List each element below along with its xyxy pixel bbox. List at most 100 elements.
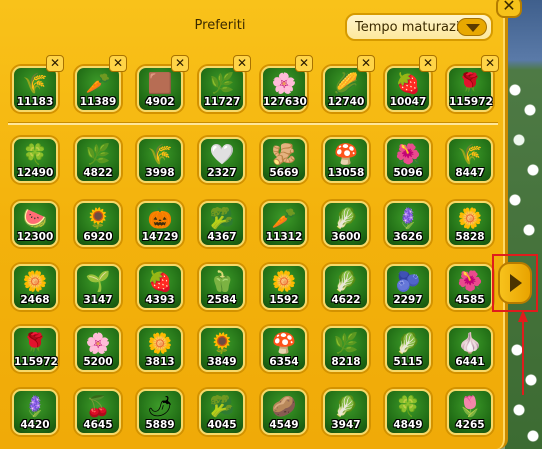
item-tile[interactable]: 🌺 4585 [447, 264, 493, 310]
item-tile[interactable]: 🥬 5115 [385, 326, 431, 372]
item-tile[interactable]: 🪻 4420 [12, 389, 58, 435]
flower-icon: 🌸 [271, 71, 297, 95]
watermelon-icon: 🍉 [22, 206, 48, 230]
item-tile[interactable]: 🍄 13058 [323, 137, 369, 183]
carrot-icon: 🥕 [85, 71, 111, 95]
item-count: 13058 [327, 167, 365, 179]
remove-favorite-button[interactable]: ✕ [46, 55, 64, 72]
item-count: 12740 [327, 96, 365, 108]
clover-icon: 🍀 [22, 142, 48, 166]
item-tile[interactable]: 🌾 11183 [12, 66, 58, 112]
item-tile[interactable]: 🍓 10047 [385, 66, 431, 112]
item-tile[interactable]: 🌿 11727 [199, 66, 245, 112]
item-tile[interactable]: 🟫 4902 [137, 66, 183, 112]
remove-favorite-button[interactable]: ✕ [171, 55, 189, 72]
item-tile[interactable]: 🌷 4265 [447, 389, 493, 435]
remove-favorite-button[interactable]: ✕ [233, 55, 251, 72]
lily-of-valley-icon: 🤍 [209, 142, 235, 166]
item-tile[interactable]: 🌿 8218 [323, 326, 369, 372]
item-tile[interactable]: 🥬 3947 [323, 389, 369, 435]
item-count: 4420 [20, 419, 50, 431]
item-tile[interactable]: 🌶 5889 [137, 389, 183, 435]
item-tile[interactable]: 🌾 8447 [447, 137, 493, 183]
item-tile[interactable]: 🌼 3813 [137, 326, 183, 372]
radish-icon: 🥕 [271, 206, 297, 230]
daffodil-icon: 🌼 [147, 331, 173, 355]
four-leaf-clover-icon: 🍀 [395, 394, 421, 418]
item-tile[interactable]: 🧄 6441 [447, 326, 493, 372]
item-tile[interactable]: 🍉 12300 [12, 201, 58, 247]
item-tile[interactable]: 🌽 12740 [323, 66, 369, 112]
item-count: 11727 [203, 96, 241, 108]
item-tile[interactable]: 🌻 3849 [199, 326, 245, 372]
item-tile[interactable]: 🌸 127630 [261, 66, 307, 112]
item-count: 2327 [207, 167, 237, 179]
item-tile[interactable]: 🫐 2297 [385, 264, 431, 310]
cabbage-icon: 🥬 [333, 269, 359, 293]
item-tile[interactable]: 🎃 14729 [137, 201, 183, 247]
item-count: 12490 [16, 167, 54, 179]
chevron-down-icon[interactable] [457, 18, 487, 36]
item-tile[interactable]: 🫑 2584 [199, 264, 245, 310]
item-tile[interactable]: 🥬 4622 [323, 264, 369, 310]
item-count: 3849 [207, 356, 237, 368]
item-count: 11312 [265, 231, 303, 243]
item-count: 1592 [269, 294, 299, 306]
item-count: 11183 [16, 96, 54, 108]
item-tile[interactable]: 🌻 6920 [75, 201, 121, 247]
violet-icon: 🪻 [395, 206, 421, 230]
item-tile[interactable]: 🌹 115972 [12, 326, 58, 372]
item-tile[interactable]: 🥬 3600 [323, 201, 369, 247]
hay-bale-icon: 🟫 [147, 71, 173, 95]
item-count: 3600 [331, 231, 361, 243]
item-tile[interactable]: 🪻 3626 [385, 201, 431, 247]
item-tile[interactable]: 🫚 5669 [261, 137, 307, 183]
sort-dropdown[interactable]: Tempo maturazione [345, 13, 493, 41]
lily-icon: 🌱 [85, 269, 111, 293]
item-tile[interactable]: 🌺 5096 [385, 137, 431, 183]
item-count: 11389 [79, 96, 117, 108]
item-tile[interactable]: 🌼 1592 [261, 264, 307, 310]
item-tile[interactable]: 🍀 12490 [12, 137, 58, 183]
remove-favorite-button[interactable]: ✕ [481, 55, 499, 72]
item-count: 5096 [393, 167, 423, 179]
item-tile[interactable]: 🥕 11312 [261, 201, 307, 247]
item-count: 3626 [393, 231, 423, 243]
item-tile[interactable]: 🌼 5828 [447, 201, 493, 247]
grass-icon: 🌾 [147, 142, 173, 166]
item-tile[interactable]: 🍄 6354 [261, 326, 307, 372]
remove-favorite-button[interactable]: ✕ [109, 55, 127, 72]
divider [8, 122, 498, 125]
item-tile[interactable]: 🌹 115972 [447, 66, 493, 112]
remove-favorite-button[interactable]: ✕ [419, 55, 437, 72]
item-count: 127630 [263, 96, 307, 108]
item-tile[interactable]: 🌱 3147 [75, 264, 121, 310]
item-tile[interactable]: 🥕 11389 [75, 66, 121, 112]
item-tile[interactable]: 🥦 4045 [199, 389, 245, 435]
item-tile[interactable]: 🥦 4367 [199, 201, 245, 247]
item-tile[interactable]: 🍓 4393 [137, 264, 183, 310]
item-tile[interactable]: 🍀 4849 [385, 389, 431, 435]
item-tile[interactable]: 🌿 4822 [75, 137, 121, 183]
close-button[interactable]: ✕ [496, 0, 522, 18]
grain-icon: 🌿 [209, 71, 235, 95]
item-tile[interactable]: 🌾 3998 [137, 137, 183, 183]
item-tile[interactable]: 🌸 5200 [75, 326, 121, 372]
item-tile[interactable]: 🌼 2468 [12, 264, 58, 310]
next-page-button[interactable] [498, 262, 532, 304]
item-tile[interactable]: 🥔 4549 [261, 389, 307, 435]
hydrangea-icon: 🌺 [395, 142, 421, 166]
remove-favorite-button[interactable]: ✕ [295, 55, 313, 72]
panel-title: Preferiti [194, 18, 246, 33]
item-count: 115972 [14, 356, 58, 368]
item-tile[interactable]: 🤍 2327 [199, 137, 245, 183]
sunflower-icon: 🌻 [85, 206, 111, 230]
remove-favorite-button[interactable]: ✕ [357, 55, 375, 72]
wheat-stalk-icon: 🌾 [457, 142, 483, 166]
item-count: 4393 [145, 294, 175, 306]
item-count: 4849 [393, 419, 423, 431]
herb-icon: 🌿 [85, 142, 111, 166]
item-count: 6920 [83, 231, 113, 243]
item-count: 5669 [269, 167, 299, 179]
item-tile[interactable]: 🍒 4645 [75, 389, 121, 435]
